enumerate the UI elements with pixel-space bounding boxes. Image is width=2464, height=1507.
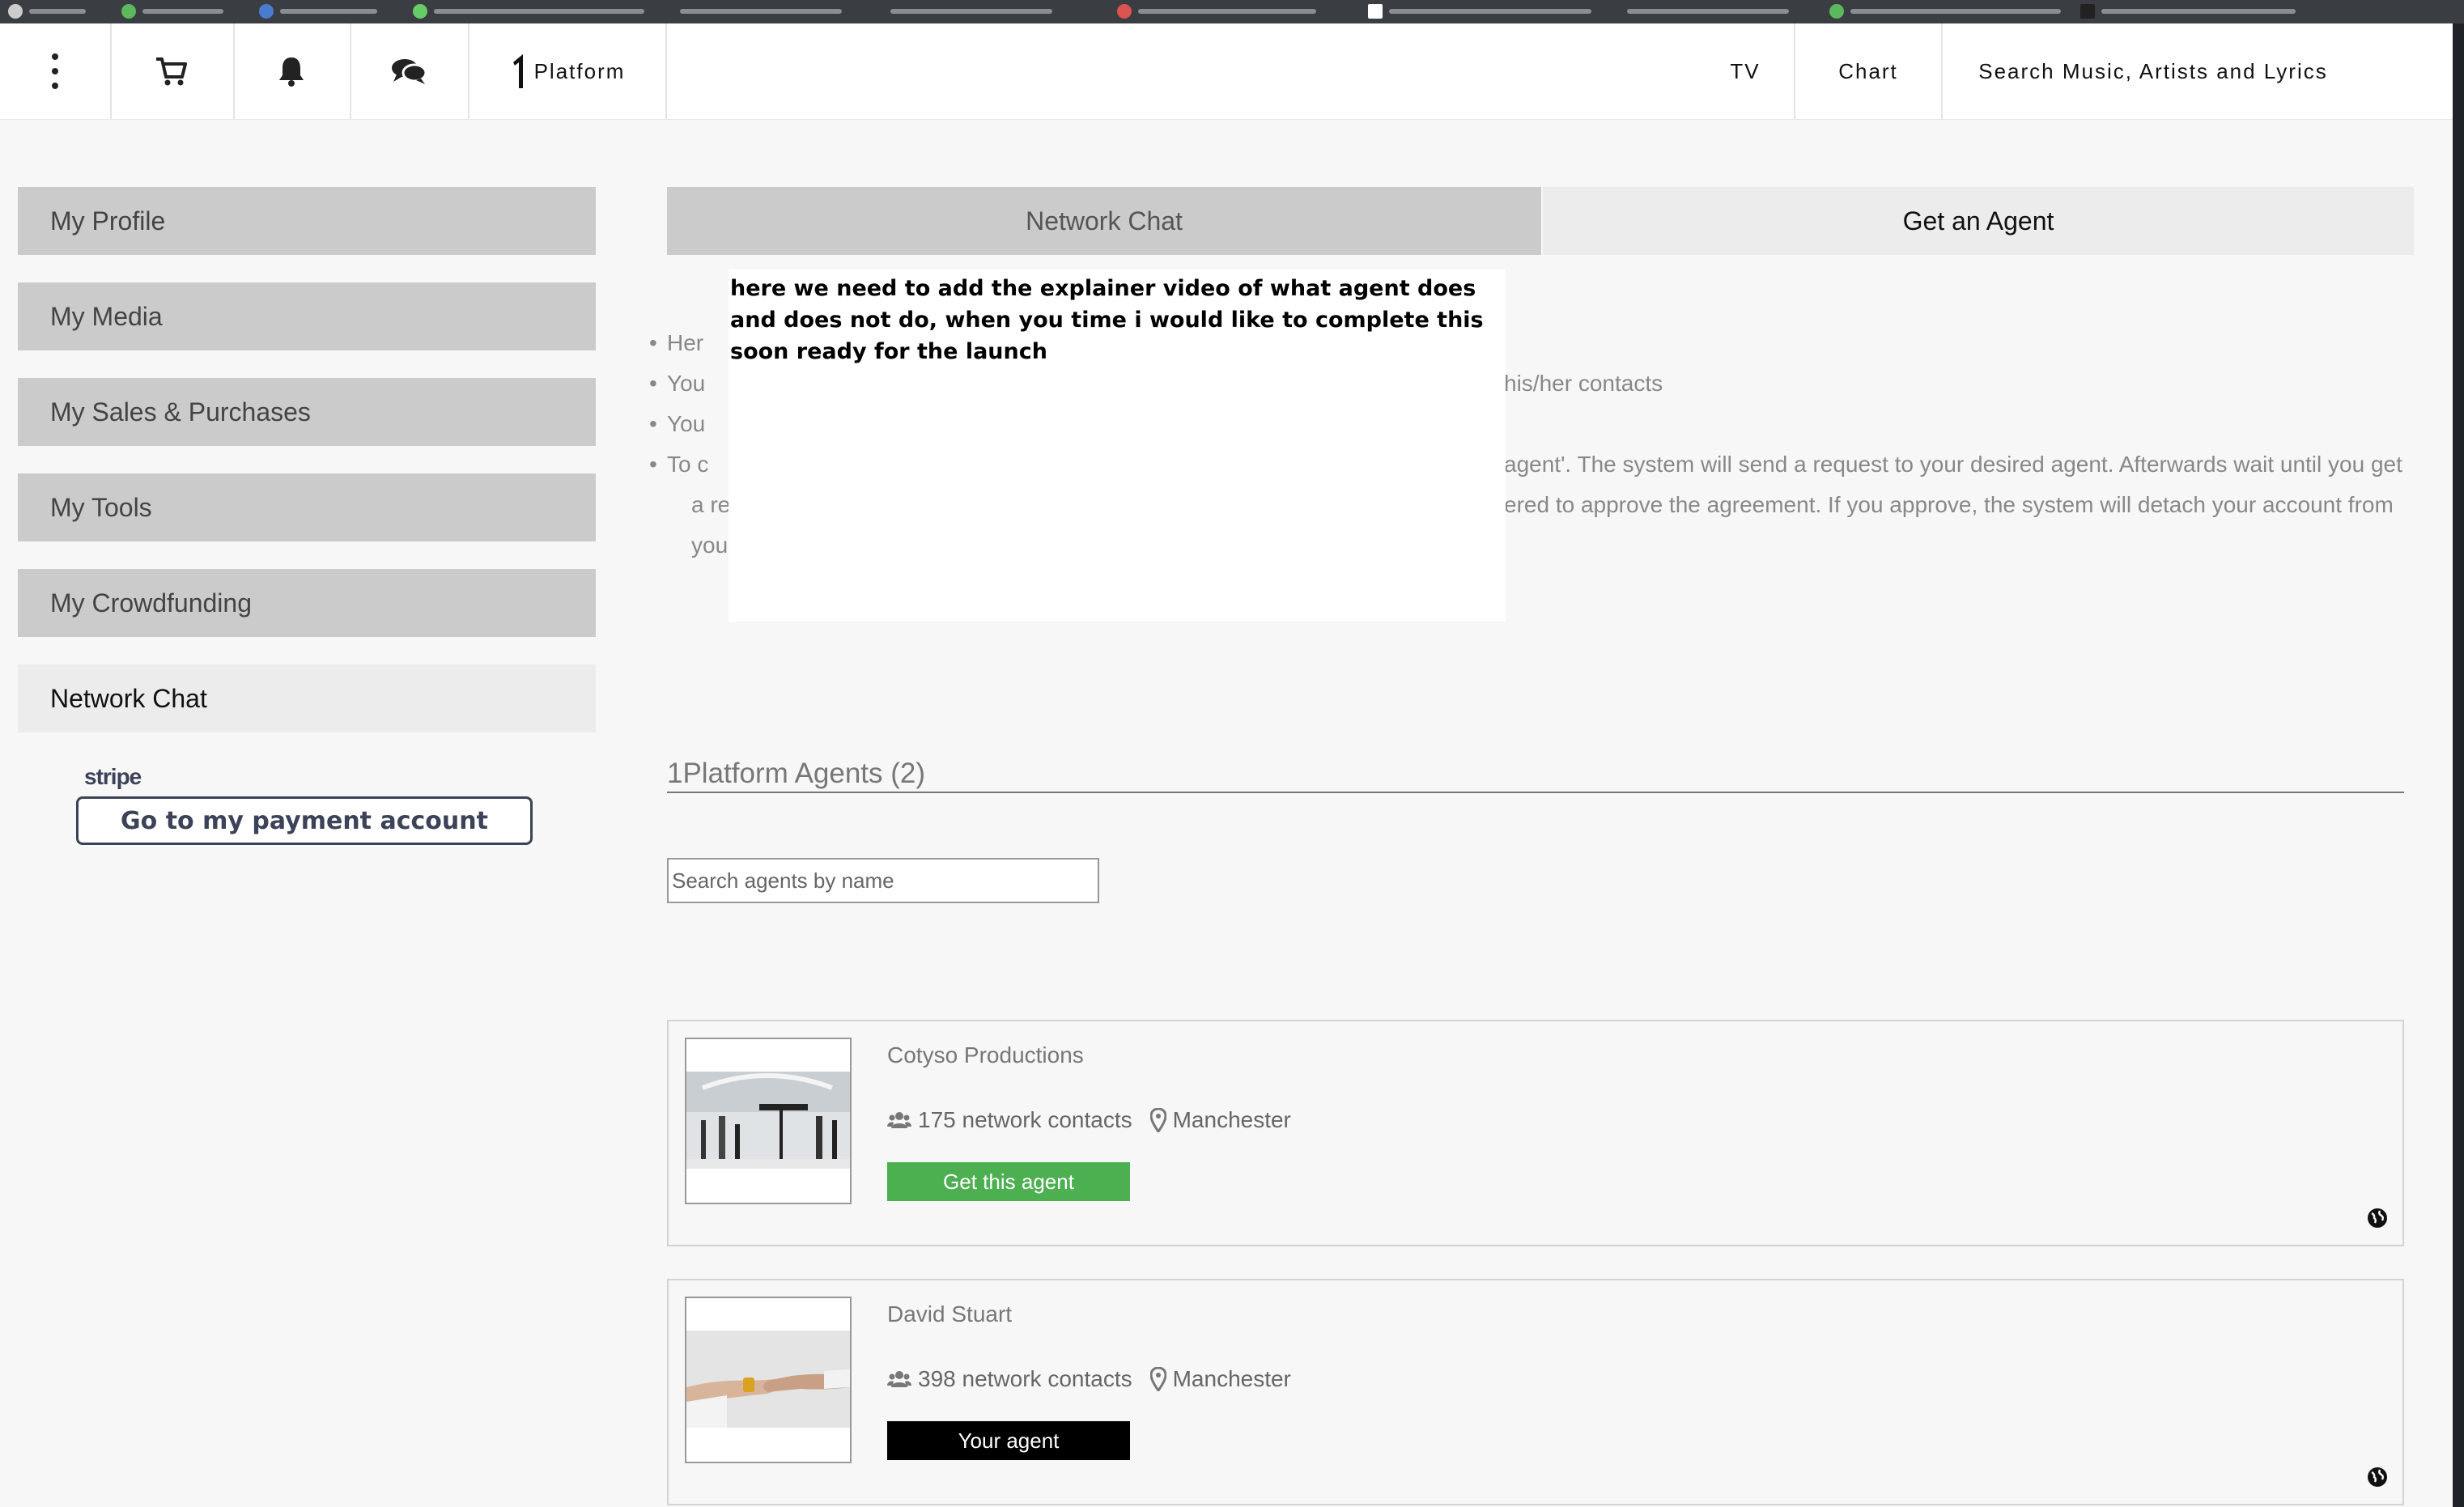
agents-section-title: 1Platform Agents (2) (667, 758, 926, 789)
agent-meta: 398 network contacts Manchester (887, 1366, 1291, 1392)
messages-button[interactable] (350, 23, 469, 119)
sidebar-item-my-sales-purchases[interactable]: My Sales & Purchases (18, 378, 596, 446)
window-edge (2453, 23, 2464, 1507)
info-text: agent'. The system will send a request t… (1504, 452, 2402, 477)
platform-logo-icon (512, 54, 523, 88)
agent-name[interactable]: David Stuart (887, 1301, 1012, 1327)
notifications-button[interactable] (233, 23, 351, 119)
sidebar-item-my-media[interactable]: My Media (18, 282, 596, 350)
sidebar-item-my-crowdfunding[interactable]: My Crowdfunding (18, 569, 596, 637)
explainer-note-overlay: here we need to add the explainer video … (729, 270, 1506, 622)
agent-meta: 175 network contacts Manchester (887, 1107, 1291, 1133)
kebab-menu-icon (52, 53, 58, 89)
search-label: Search Music, Artists and Lyrics (1978, 58, 2328, 83)
tab-get-an-agent[interactable]: Get an Agent (1543, 187, 2414, 255)
agent-contacts: 175 network contacts (918, 1107, 1132, 1132)
info-text: his/her contacts (1504, 371, 1663, 396)
info-item: Her (649, 330, 703, 356)
agent-card: David Stuart 398 network contacts Manche… (667, 1279, 2404, 1505)
get-this-agent-button[interactable]: Get this agent (887, 1162, 1130, 1201)
cart-icon (156, 57, 187, 86)
agent-photo (685, 1297, 852, 1463)
cart-button[interactable] (110, 23, 235, 119)
agent-search-input[interactable] (667, 858, 1099, 903)
info-item: To c (649, 452, 709, 478)
sidebar-item-my-tools[interactable]: My Tools (18, 473, 596, 541)
users-icon (887, 1112, 911, 1128)
globe-icon[interactable] (2367, 1467, 2388, 1488)
bell-icon (279, 57, 304, 87)
map-marker-icon (1149, 1367, 1166, 1391)
agent-card: Cotyso Productions 175 network contacts … (667, 1020, 2404, 1246)
chart-label: Chart (1838, 58, 1898, 83)
chat-bubbles-icon (392, 59, 427, 84)
top-navigation-bar: Platform TV Chart Search Music, Artists … (0, 23, 2453, 120)
platform-label: Platform (533, 58, 626, 83)
sidebar-item-network-chat[interactable]: Network Chat (18, 664, 596, 732)
agent-name[interactable]: Cotyso Productions (887, 1042, 1084, 1068)
payment-account-button[interactable]: Go to my payment account (76, 796, 533, 845)
tv-label: TV (1730, 58, 1761, 83)
tab-network-chat[interactable]: Network Chat (667, 187, 1541, 255)
info-text: a re (691, 492, 731, 517)
info-text: ered to approve the agreement. If you ap… (1504, 492, 2394, 517)
note-text: here we need to add the explainer video … (730, 276, 1484, 364)
platform-home-link[interactable]: Platform (468, 23, 667, 119)
browser-bookmarks-bar (0, 0, 2464, 23)
info-item: You (649, 411, 705, 437)
tv-link[interactable]: TV (1697, 23, 1794, 119)
agent-location: Manchester (1172, 1107, 1291, 1132)
info-text: you (691, 533, 729, 558)
stripe-logo: stripe (84, 764, 142, 789)
info-item: You (649, 371, 705, 397)
map-marker-icon (1149, 1108, 1166, 1132)
site-search-link[interactable]: Search Music, Artists and Lyrics (1941, 23, 2364, 119)
agent-contacts: 398 network contacts (918, 1366, 1132, 1391)
menu-button[interactable] (0, 23, 112, 119)
agent-location: Manchester (1172, 1366, 1291, 1391)
chart-link[interactable]: Chart (1794, 23, 1943, 119)
globe-icon[interactable] (2367, 1208, 2388, 1229)
users-icon (887, 1371, 911, 1387)
agent-photo (685, 1038, 852, 1204)
sidebar-item-my-profile[interactable]: My Profile (18, 187, 596, 255)
section-divider (667, 792, 2404, 793)
your-agent-button[interactable]: Your agent (887, 1421, 1130, 1460)
